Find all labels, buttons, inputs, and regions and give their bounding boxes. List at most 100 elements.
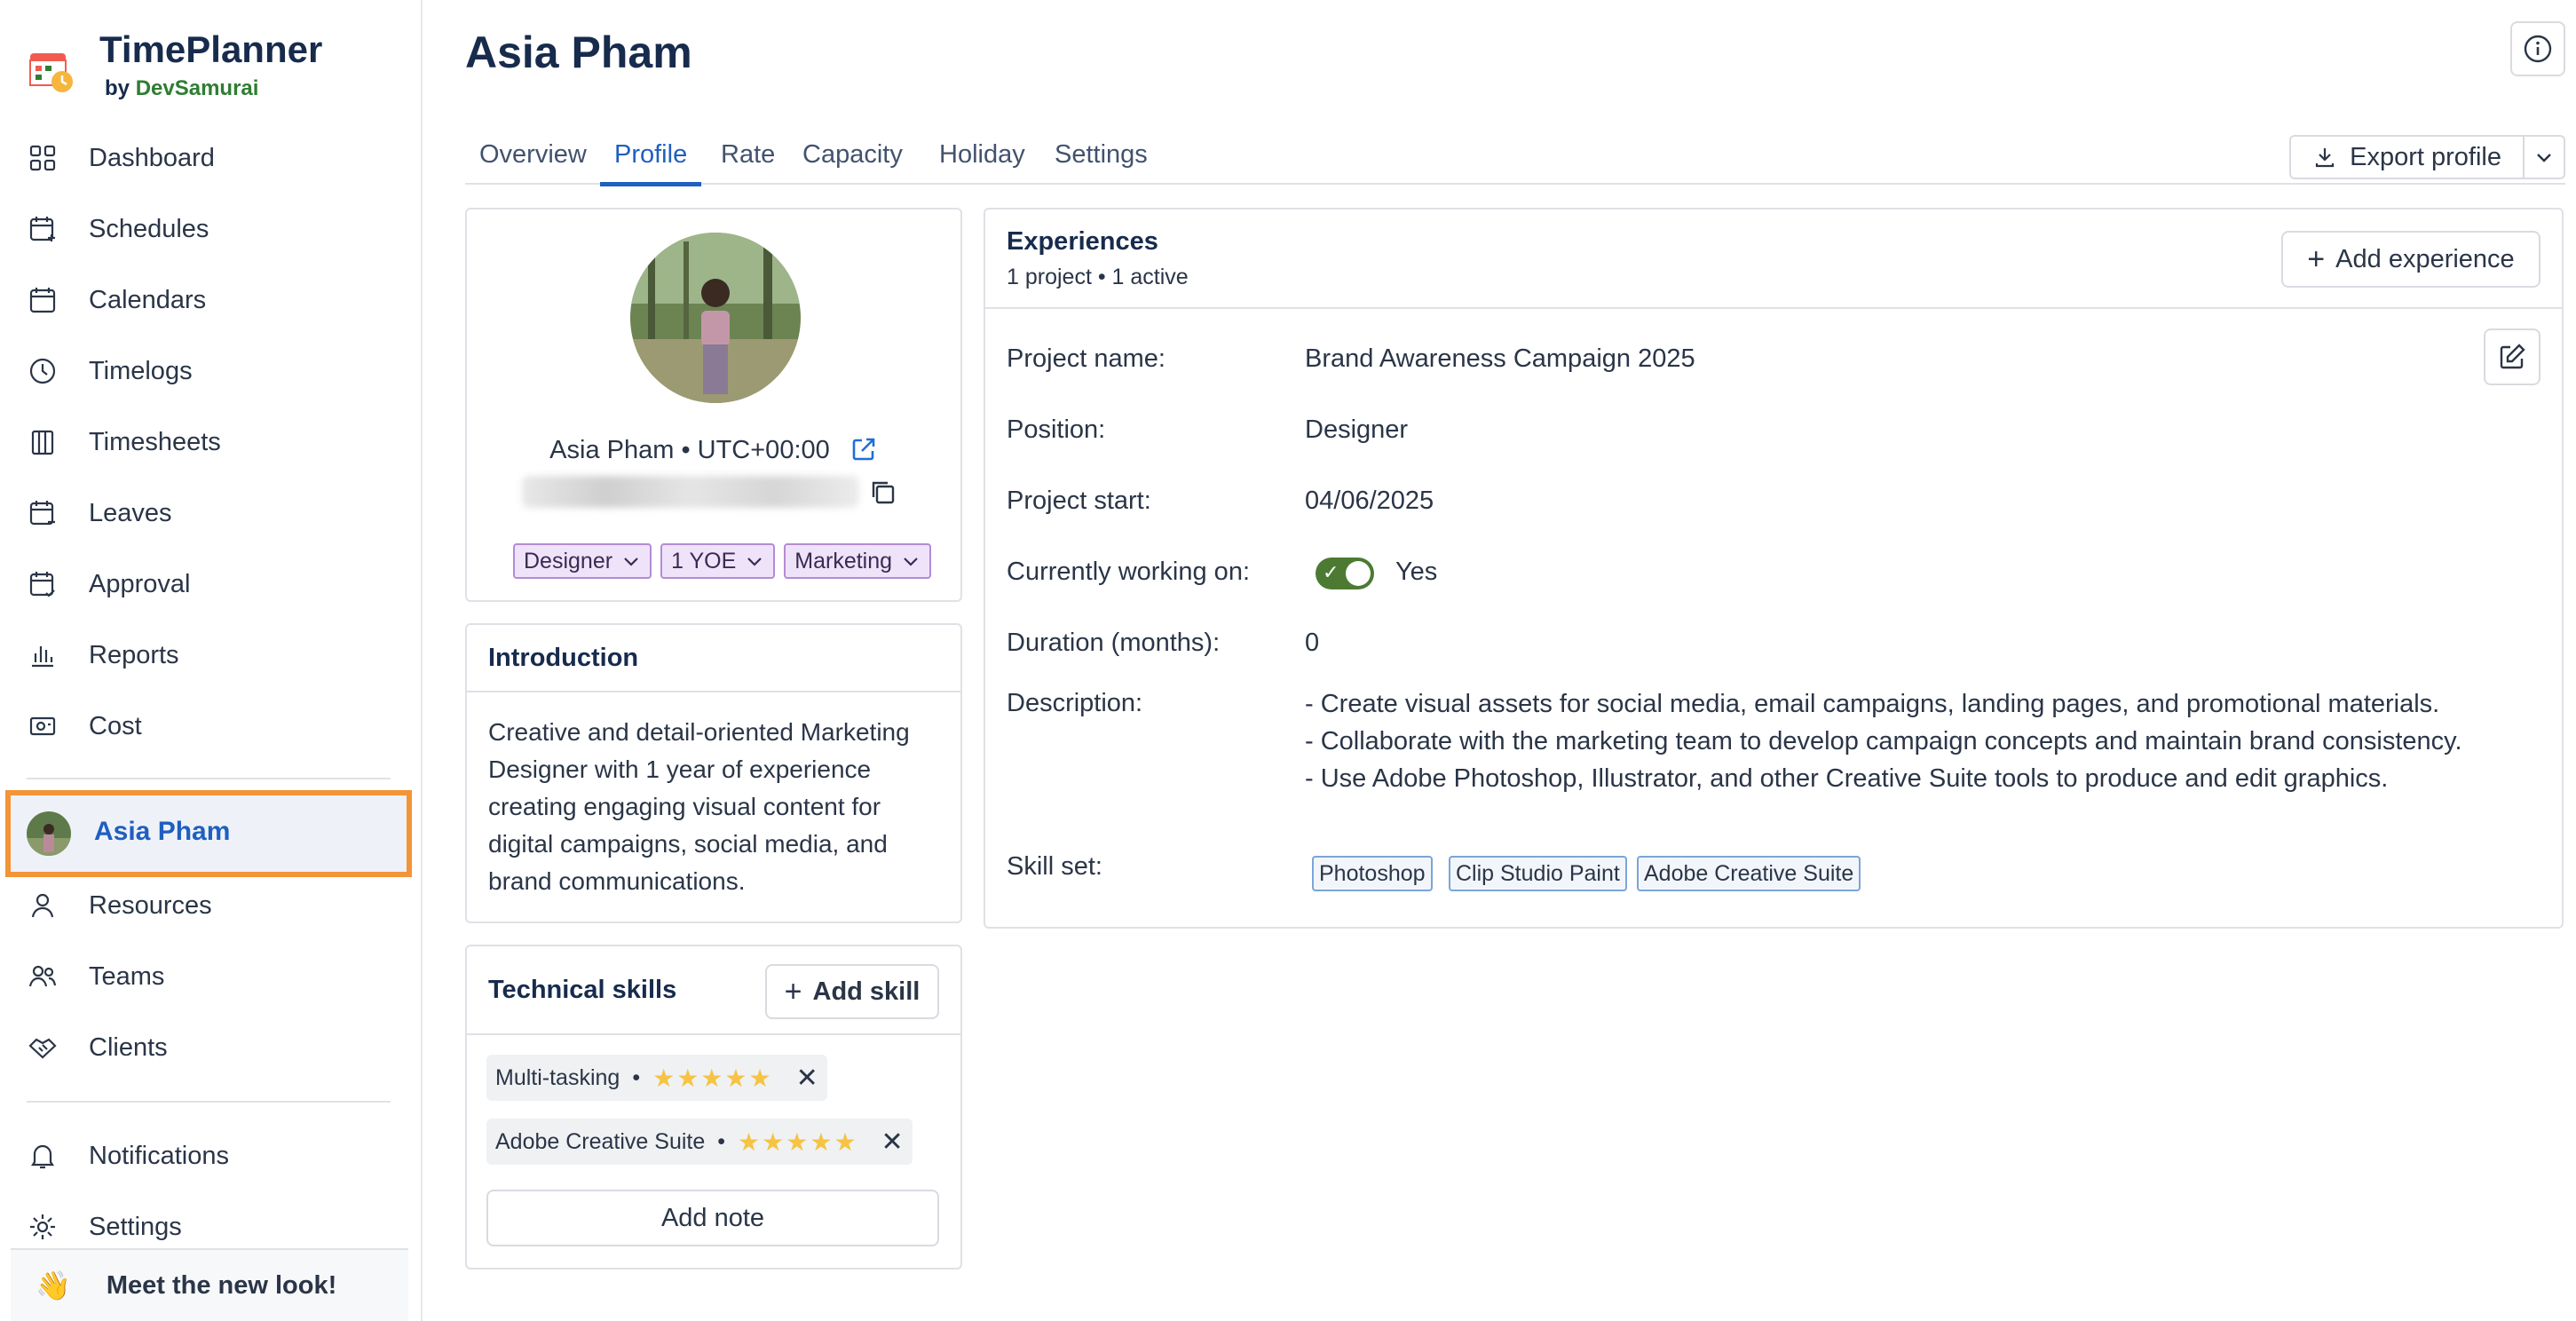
experiences-subtitle: 1 project • 1 active [1007, 265, 1189, 289]
project-name-label: Project name: [1007, 344, 1166, 373]
close-icon[interactable]: ✕ [881, 1127, 904, 1158]
sidebar-item-clients[interactable]: Clients [27, 1023, 168, 1072]
tab-rate[interactable]: Rate [721, 140, 775, 185]
plus-icon: + [2307, 241, 2326, 276]
sidebar-item-current-user[interactable]: Asia Pham [5, 790, 412, 877]
tab-settings[interactable]: Settings [1055, 140, 1148, 185]
calendar-check-icon [29, 572, 55, 597]
brand[interactable]: TimePlanner by DevSamurai [27, 27, 322, 105]
experiences-title: Experiences [1007, 227, 1158, 256]
tag-experience[interactable]: 1 YOE [660, 543, 776, 579]
profile-name-timezone: Asia Pham • UTC+00:00 [467, 435, 960, 465]
meet-new-look-banner[interactable]: 👋 Meet the new look! [11, 1248, 408, 1321]
sidebar-item-label: Calendars [89, 285, 207, 314]
sidebar-item-label: Resources [89, 890, 212, 920]
chevron-down-icon [624, 558, 638, 566]
add-experience-label: Add experience [2335, 244, 2515, 273]
sidebar-item-teams[interactable]: Teams [27, 952, 164, 1001]
brand-byline: by DevSamurai [105, 73, 322, 105]
sidebar-item-label: Asia Pham [94, 817, 231, 846]
edit-experience-button[interactable] [2484, 328, 2540, 385]
sidebar-item-label: Notifications [89, 1141, 229, 1170]
sidebar-item-label: Approval [89, 569, 191, 598]
clock-icon [29, 358, 56, 384]
introduction-card: Introduction Creative and detail-oriente… [465, 623, 962, 923]
skill-set-tag: Clip Studio Paint [1449, 856, 1627, 891]
timeplanner-logo-icon [29, 53, 73, 92]
info-button[interactable] [2510, 21, 2565, 76]
tag-label: Marketing [794, 548, 893, 573]
sidebar-item-timelogs[interactable]: Timelogs [27, 346, 193, 396]
tab-profile[interactable]: Profile [599, 140, 702, 186]
brand-company: DevSamurai [135, 76, 259, 100]
sidebar-item-resources[interactable]: Resources [27, 881, 212, 930]
sidebar-item-reports[interactable]: Reports [27, 630, 179, 680]
bar-chart-icon [32, 646, 53, 668]
download-icon [2316, 148, 2335, 168]
sidebar-item-dashboard[interactable]: Dashboard [27, 133, 215, 183]
add-skill-button[interactable]: + Add skill [765, 964, 939, 1019]
add-experience-button[interactable]: + Add experience [2281, 231, 2540, 288]
sidebar-item-calendars[interactable]: Calendars [27, 275, 206, 325]
tag-label: 1 YOE [671, 548, 737, 573]
skill-set-label: Skill set: [1007, 852, 1102, 881]
description-label: Description: [1007, 689, 1143, 717]
tab-capacity[interactable]: Capacity [802, 140, 903, 185]
check-icon: ✓ [1323, 561, 1339, 583]
introduction-text[interactable]: Creative and detail-oriented Marketing D… [467, 692, 960, 922]
export-profile-group: Export profile [2289, 135, 2565, 179]
page-title: Asia Pham [465, 28, 692, 77]
tag-department[interactable]: Marketing [784, 543, 932, 579]
sidebar-item-label: Schedules [89, 214, 209, 243]
sidebar-item-cost[interactable]: Cost [27, 701, 142, 751]
sidebar-divider [27, 1101, 391, 1103]
skill-chip: Multi-tasking • ★★★★★ ✕ [486, 1055, 827, 1101]
tab-overview[interactable]: Overview [479, 140, 587, 185]
meet-new-look-label: Meet the new look! [106, 1270, 337, 1300]
sidebar-item-timesheets[interactable]: Timesheets [27, 417, 221, 467]
star-rating[interactable]: ★★★★★ [652, 1064, 773, 1093]
sidebar-item-label: Teams [89, 961, 165, 991]
grid-icon [29, 145, 56, 171]
export-dropdown-button[interactable] [2525, 137, 2564, 178]
chevron-down-icon [2537, 154, 2551, 162]
copy-icon[interactable] [868, 478, 897, 506]
tag-role[interactable]: Designer [513, 543, 652, 579]
close-icon[interactable]: ✕ [796, 1063, 818, 1094]
technical-skills-title: Technical skills [488, 975, 677, 1004]
currently-working-label: Currently working on: [1007, 558, 1250, 586]
external-link-icon[interactable] [849, 435, 878, 463]
project-name-value: Brand Awareness Campaign 2025 [1305, 344, 1695, 373]
add-note-button[interactable]: Add note [486, 1190, 939, 1246]
description-value: - Create visual assets for social media,… [1305, 685, 2494, 797]
skill-chip: Adobe Creative Suite • ★★★★★ ✕ [486, 1119, 913, 1165]
tab-holiday[interactable]: Holiday [939, 140, 1025, 185]
description-line: - Use Adobe Photoshop, Illustrator, and … [1305, 764, 2389, 793]
sidebar-item-label: Settings [89, 1212, 182, 1241]
sidebar-item-leaves[interactable]: Leaves [27, 488, 172, 538]
plus-icon: + [784, 974, 802, 1009]
skill-name: Adobe Creative Suite [495, 1128, 706, 1154]
star-rating[interactable]: ★★★★★ [738, 1127, 858, 1157]
sidebar-item-settings[interactable]: Settings [27, 1202, 182, 1252]
sidebar-item-schedules[interactable]: Schedules [27, 204, 209, 254]
chevron-down-icon [747, 558, 763, 566]
main-content: Asia Pham Overview Profile Rate Capacity… [423, 0, 2576, 1321]
sidebar-item-approval[interactable]: Approval [27, 559, 190, 609]
edit-icon [2500, 344, 2525, 369]
sidebar-item-notifications[interactable]: Notifications [27, 1131, 229, 1181]
sidebar-item-label: Cost [89, 711, 142, 740]
handshake-icon [28, 1038, 57, 1059]
sidebar: TimePlanner by DevSamurai Dashboard Sche… [0, 0, 423, 1321]
experiences-header: Experiences 1 project • 1 active + Add ex… [985, 210, 2562, 309]
skill-set-tag: Photoshop [1312, 856, 1433, 891]
skill-name: Multi-tasking [495, 1064, 620, 1090]
currently-working-toggle[interactable]: ✓ [1316, 558, 1374, 589]
duration-label: Duration (months): [1007, 629, 1221, 657]
export-profile-button[interactable]: Export profile [2291, 137, 2525, 178]
calendar-minus-icon [29, 501, 55, 526]
columns-icon [31, 430, 54, 455]
avatar [27, 811, 71, 856]
sidebar-divider [27, 778, 391, 779]
blurred-email [522, 476, 859, 508]
